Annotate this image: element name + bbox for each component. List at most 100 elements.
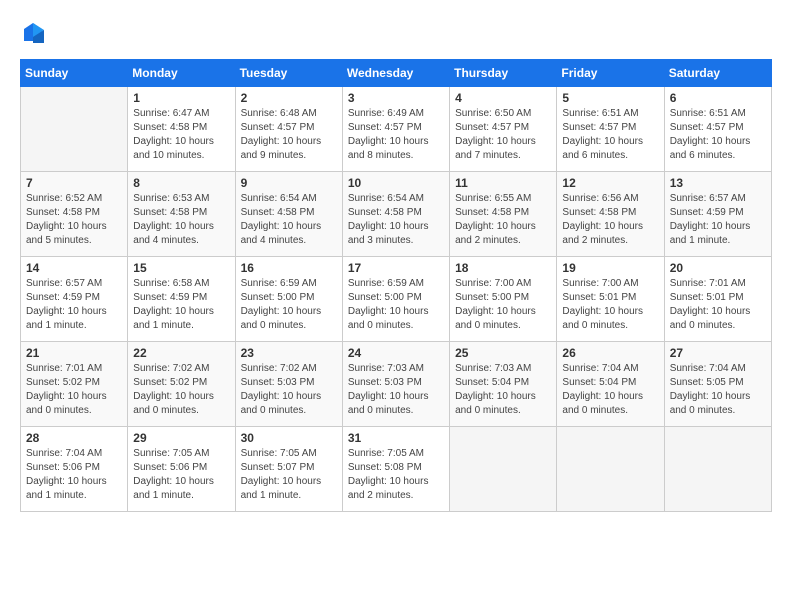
day-info: Sunrise: 6:59 AM Sunset: 5:00 PM Dayligh… xyxy=(241,277,337,333)
weekday-header-cell: Saturday xyxy=(664,59,771,86)
day-info: Sunrise: 6:47 AM Sunset: 4:58 PM Dayligh… xyxy=(133,107,229,163)
calendar-cell: 25 Sunrise: 7:03 AM Sunset: 5:04 PM Dayli… xyxy=(450,341,557,426)
calendar-cell: 16 Sunrise: 6:59 AM Sunset: 5:00 PM Dayli… xyxy=(235,256,342,341)
day-number: 25 xyxy=(455,346,551,360)
logo-icon xyxy=(22,21,44,43)
day-number: 22 xyxy=(133,346,229,360)
calendar-cell: 24 Sunrise: 7:03 AM Sunset: 5:03 PM Dayli… xyxy=(342,341,449,426)
calendar-cell xyxy=(450,426,557,511)
day-info: Sunrise: 7:02 AM Sunset: 5:03 PM Dayligh… xyxy=(241,362,337,418)
calendar-week-row: 14Sunrise: 6:57 AM Sunset: 4:59 PM Dayli… xyxy=(21,256,772,341)
calendar-week-row: 1 Sunrise: 6:47 AM Sunset: 4:58 PM Daylig… xyxy=(21,86,772,171)
weekday-header-cell: Tuesday xyxy=(235,59,342,86)
calendar-cell: 6 Sunrise: 6:51 AM Sunset: 4:57 PM Daylig… xyxy=(664,86,771,171)
day-number: 3 xyxy=(348,91,444,105)
day-number: 16 xyxy=(241,261,337,275)
calendar-cell: 4 Sunrise: 6:50 AM Sunset: 4:57 PM Daylig… xyxy=(450,86,557,171)
day-number: 27 xyxy=(670,346,766,360)
weekday-header-cell: Wednesday xyxy=(342,59,449,86)
calendar-cell: 15 Sunrise: 6:58 AM Sunset: 4:59 PM Dayli… xyxy=(128,256,235,341)
day-number: 13 xyxy=(670,176,766,190)
day-number: 31 xyxy=(348,431,444,445)
day-info: Sunrise: 6:54 AM Sunset: 4:58 PM Dayligh… xyxy=(348,192,444,248)
calendar-cell: 18 Sunrise: 7:00 AM Sunset: 5:00 PM Dayli… xyxy=(450,256,557,341)
day-number: 15 xyxy=(133,261,229,275)
weekday-header-cell: Sunday xyxy=(21,59,128,86)
day-info: Sunrise: 6:59 AM Sunset: 5:00 PM Dayligh… xyxy=(348,277,444,333)
day-info: Sunrise: 6:48 AM Sunset: 4:57 PM Dayligh… xyxy=(241,107,337,163)
calendar-cell: 22 Sunrise: 7:02 AM Sunset: 5:02 PM Dayli… xyxy=(128,341,235,426)
day-info: Sunrise: 6:54 AM Sunset: 4:58 PM Dayligh… xyxy=(241,192,337,248)
calendar-cell: 5 Sunrise: 6:51 AM Sunset: 4:57 PM Daylig… xyxy=(557,86,664,171)
calendar-week-row: 7 Sunrise: 6:52 AM Sunset: 4:58 PM Daylig… xyxy=(21,171,772,256)
calendar-cell: 8 Sunrise: 6:53 AM Sunset: 4:58 PM Daylig… xyxy=(128,171,235,256)
day-info: Sunrise: 6:58 AM Sunset: 4:59 PM Dayligh… xyxy=(133,277,229,333)
weekday-header-cell: Friday xyxy=(557,59,664,86)
day-number: 24 xyxy=(348,346,444,360)
day-number: 11 xyxy=(455,176,551,190)
day-number: 18 xyxy=(455,261,551,275)
calendar-cell xyxy=(664,426,771,511)
day-info: Sunrise: 7:02 AM Sunset: 5:02 PM Dayligh… xyxy=(133,362,229,418)
calendar-cell: 12 Sunrise: 6:56 AM Sunset: 4:58 PM Dayli… xyxy=(557,171,664,256)
day-info: Sunrise: 7:01 AM Sunset: 5:02 PM Dayligh… xyxy=(26,362,122,418)
day-number: 20 xyxy=(670,261,766,275)
day-info: Sunrise: 7:05 AM Sunset: 5:06 PM Dayligh… xyxy=(133,447,229,503)
day-number: 6 xyxy=(670,91,766,105)
day-number: 5 xyxy=(562,91,658,105)
day-info: Sunrise: 7:04 AM Sunset: 5:06 PM Dayligh… xyxy=(26,447,122,503)
day-info: Sunrise: 6:53 AM Sunset: 4:58 PM Dayligh… xyxy=(133,192,229,248)
logo xyxy=(20,20,46,43)
day-number: 4 xyxy=(455,91,551,105)
day-number: 23 xyxy=(241,346,337,360)
day-info: Sunrise: 7:03 AM Sunset: 5:04 PM Dayligh… xyxy=(455,362,551,418)
calendar-week-row: 21Sunrise: 7:01 AM Sunset: 5:02 PM Dayli… xyxy=(21,341,772,426)
calendar-table: SundayMondayTuesdayWednesdayThursdayFrid… xyxy=(20,59,772,512)
day-info: Sunrise: 6:57 AM Sunset: 4:59 PM Dayligh… xyxy=(670,192,766,248)
day-info: Sunrise: 7:04 AM Sunset: 5:04 PM Dayligh… xyxy=(562,362,658,418)
calendar-cell: 20Sunrise: 7:01 AM Sunset: 5:01 PM Dayli… xyxy=(664,256,771,341)
day-number: 14 xyxy=(26,261,122,275)
calendar-body: 1 Sunrise: 6:47 AM Sunset: 4:58 PM Daylig… xyxy=(21,86,772,511)
day-info: Sunrise: 7:00 AM Sunset: 5:01 PM Dayligh… xyxy=(562,277,658,333)
calendar-cell xyxy=(21,86,128,171)
day-number: 1 xyxy=(133,91,229,105)
calendar-cell: 10 Sunrise: 6:54 AM Sunset: 4:58 PM Dayli… xyxy=(342,171,449,256)
day-number: 28 xyxy=(26,431,122,445)
calendar-cell: 29 Sunrise: 7:05 AM Sunset: 5:06 PM Dayli… xyxy=(128,426,235,511)
weekday-header-row: SundayMondayTuesdayWednesdayThursdayFrid… xyxy=(21,59,772,86)
day-info: Sunrise: 6:55 AM Sunset: 4:58 PM Dayligh… xyxy=(455,192,551,248)
day-info: Sunrise: 7:00 AM Sunset: 5:00 PM Dayligh… xyxy=(455,277,551,333)
day-number: 30 xyxy=(241,431,337,445)
day-number: 7 xyxy=(26,176,122,190)
calendar-cell: 13 Sunrise: 6:57 AM Sunset: 4:59 PM Dayli… xyxy=(664,171,771,256)
day-info: Sunrise: 6:52 AM Sunset: 4:58 PM Dayligh… xyxy=(26,192,122,248)
day-number: 19 xyxy=(562,261,658,275)
day-number: 8 xyxy=(133,176,229,190)
calendar-cell: 17Sunrise: 6:59 AM Sunset: 5:00 PM Dayli… xyxy=(342,256,449,341)
page-header xyxy=(20,20,772,43)
day-info: Sunrise: 7:04 AM Sunset: 5:05 PM Dayligh… xyxy=(670,362,766,418)
day-number: 29 xyxy=(133,431,229,445)
day-info: Sunrise: 6:50 AM Sunset: 4:57 PM Dayligh… xyxy=(455,107,551,163)
day-info: Sunrise: 6:51 AM Sunset: 4:57 PM Dayligh… xyxy=(562,107,658,163)
day-info: Sunrise: 7:03 AM Sunset: 5:03 PM Dayligh… xyxy=(348,362,444,418)
calendar-cell: 3Sunrise: 6:49 AM Sunset: 4:57 PM Daylig… xyxy=(342,86,449,171)
calendar-cell: 14Sunrise: 6:57 AM Sunset: 4:59 PM Dayli… xyxy=(21,256,128,341)
calendar-cell: 7 Sunrise: 6:52 AM Sunset: 4:58 PM Daylig… xyxy=(21,171,128,256)
calendar-cell: 11 Sunrise: 6:55 AM Sunset: 4:58 PM Dayli… xyxy=(450,171,557,256)
calendar-cell: 31Sunrise: 7:05 AM Sunset: 5:08 PM Dayli… xyxy=(342,426,449,511)
calendar-cell: 19 Sunrise: 7:00 AM Sunset: 5:01 PM Dayli… xyxy=(557,256,664,341)
calendar-cell: 30 Sunrise: 7:05 AM Sunset: 5:07 PM Dayli… xyxy=(235,426,342,511)
day-info: Sunrise: 7:05 AM Sunset: 5:07 PM Dayligh… xyxy=(241,447,337,503)
day-info: Sunrise: 6:51 AM Sunset: 4:57 PM Dayligh… xyxy=(670,107,766,163)
calendar-cell xyxy=(557,426,664,511)
day-info: Sunrise: 6:56 AM Sunset: 4:58 PM Dayligh… xyxy=(562,192,658,248)
weekday-header-cell: Thursday xyxy=(450,59,557,86)
calendar-cell: 9Sunrise: 6:54 AM Sunset: 4:58 PM Daylig… xyxy=(235,171,342,256)
day-number: 10 xyxy=(348,176,444,190)
calendar-cell: 28 Sunrise: 7:04 AM Sunset: 5:06 PM Dayli… xyxy=(21,426,128,511)
calendar-cell: 26Sunrise: 7:04 AM Sunset: 5:04 PM Dayli… xyxy=(557,341,664,426)
calendar-cell: 27 Sunrise: 7:04 AM Sunset: 5:05 PM Dayli… xyxy=(664,341,771,426)
day-number: 12 xyxy=(562,176,658,190)
